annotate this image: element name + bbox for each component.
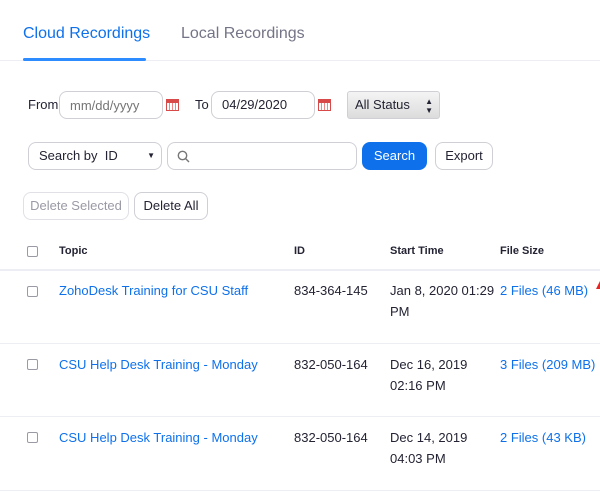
calendar-icon[interactable] [166,99,179,111]
to-label: To [195,97,209,112]
start-date: Dec 14, 2019 [390,427,467,448]
calendar-icon[interactable] [318,99,331,111]
row-divider [0,416,600,417]
start-date: Jan 8, 2020 01:29 [390,280,494,301]
to-date-input[interactable]: 04/29/2020 [211,91,315,119]
delete-all-button[interactable]: Delete All [134,192,208,220]
row-divider [0,490,600,491]
start-time-part: 04:03 PM [390,448,467,469]
status-value: All Status [355,97,410,112]
row-checkbox[interactable] [27,286,38,297]
search-by-select[interactable]: Search by ID ▼ [28,142,162,170]
row-checkbox[interactable] [27,432,38,443]
file-size-link[interactable]: 2 Files (43 KB) [500,430,586,445]
caret-down-icon: ▼ [147,143,155,169]
status-select[interactable]: All Status ▲▼ [347,91,440,119]
meeting-id: 834-364-145 [294,280,368,301]
alert-icon [596,281,600,289]
header-id: ID [294,245,305,257]
file-size-link[interactable]: 3 Files (209 MB) [500,357,595,372]
start-time-part: PM [390,301,494,322]
tab-cloud-recordings[interactable]: Cloud Recordings [23,25,150,43]
export-button[interactable]: Export [435,142,493,170]
updown-icon: ▲▼ [425,97,433,115]
start-time: Dec 16, 201902:16 PM [390,354,467,396]
tab-local-recordings[interactable]: Local Recordings [181,25,305,43]
meeting-id: 832-050-164 [294,354,368,375]
search-icon [177,150,190,163]
start-time: Dec 14, 201904:03 PM [390,427,467,469]
search-button[interactable]: Search [362,142,427,170]
recording-topic-link[interactable]: CSU Help Desk Training - Monday [59,357,258,372]
header-topic: Topic [59,245,88,257]
from-date-input[interactable] [59,91,163,119]
active-tab-indicator [23,58,146,61]
recording-topic-link[interactable]: CSU Help Desk Training - Monday [59,430,258,445]
start-time: Jan 8, 2020 01:29PM [390,280,494,322]
select-all-checkbox[interactable] [27,246,38,257]
row-divider [0,343,600,344]
file-size-link[interactable]: 2 Files (46 MB) [500,283,588,298]
row-checkbox[interactable] [27,359,38,370]
search-input[interactable] [167,142,357,170]
start-time-part: 02:16 PM [390,375,467,396]
search-by-value: Search by ID [39,148,118,163]
header-file-size: File Size [500,245,544,257]
meeting-id: 832-050-164 [294,427,368,448]
from-label: From [28,97,58,112]
header-divider [0,269,600,271]
start-date: Dec 16, 2019 [390,354,467,375]
delete-selected-button[interactable]: Delete Selected [23,192,129,220]
header-start-time: Start Time [390,245,444,257]
recording-topic-link[interactable]: ZohoDesk Training for CSU Staff [59,283,248,298]
